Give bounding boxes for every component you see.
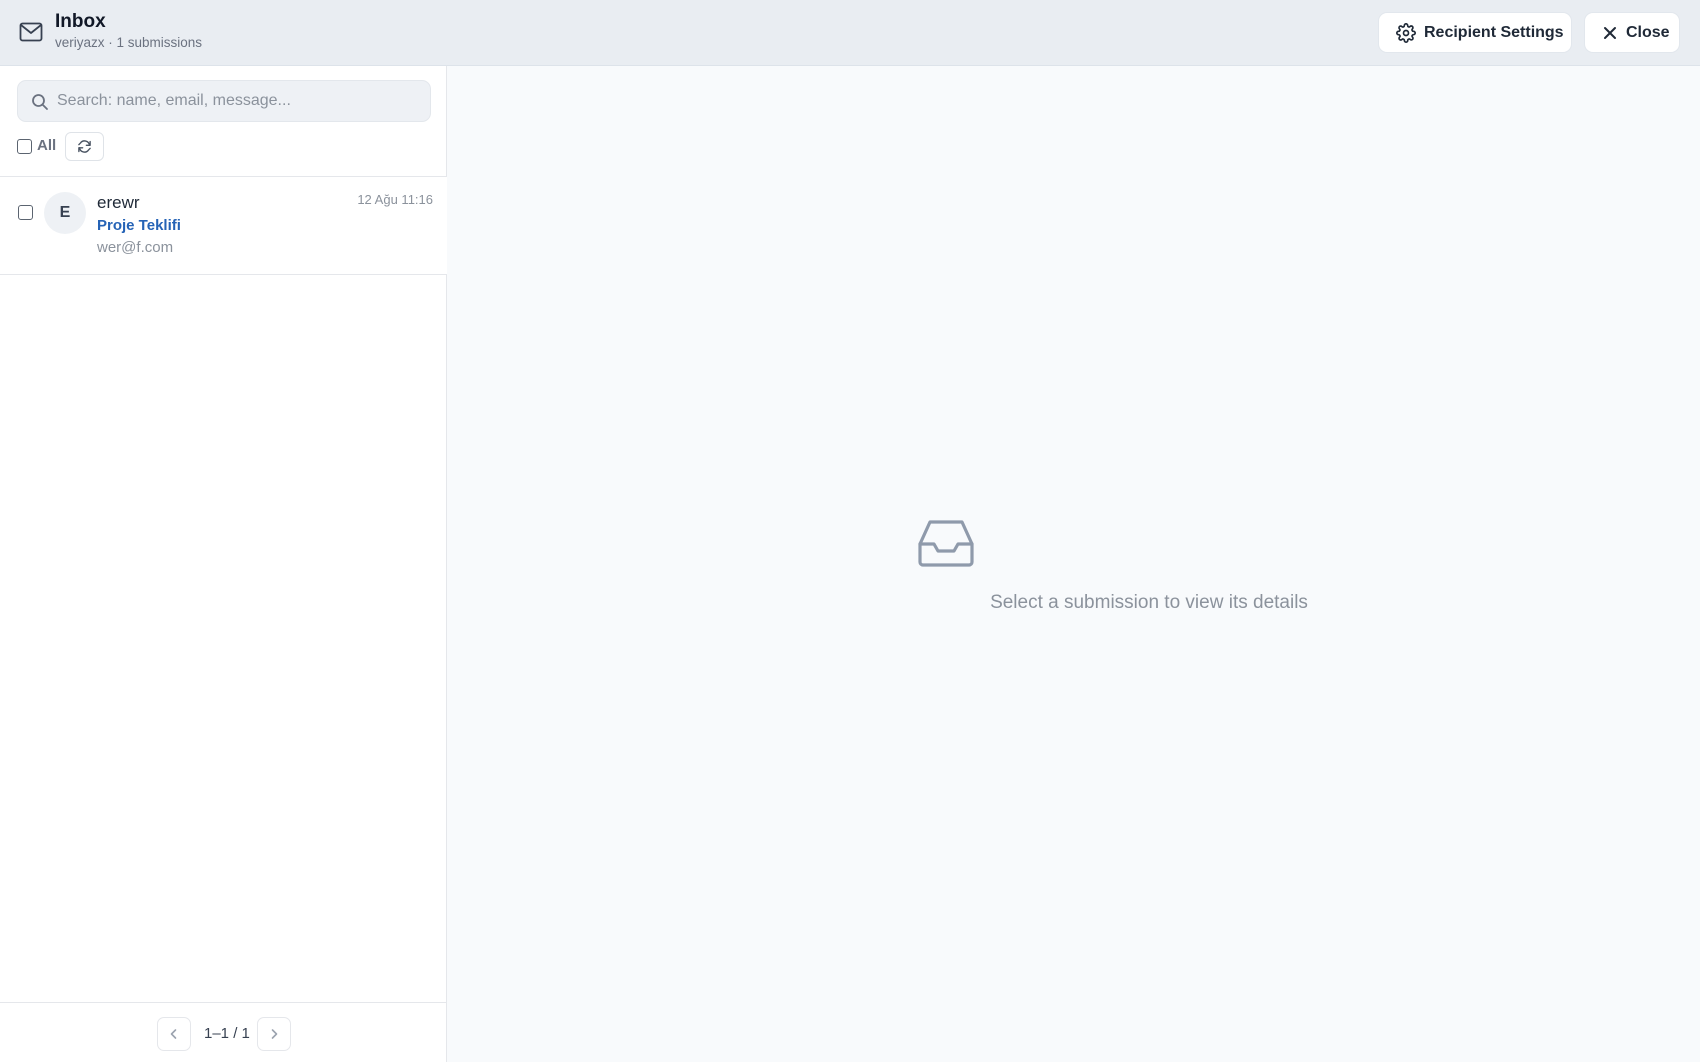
sender-name: erewr — [97, 193, 140, 212]
page-title: Inbox — [55, 11, 106, 32]
avatar: E — [44, 192, 86, 234]
pagination-text: 1–1 / 1 — [204, 1025, 250, 1042]
detail-empty-state: Select a submission to view its details — [448, 66, 1700, 1062]
list-divider — [0, 274, 447, 275]
empty-state-message: Select a submission to view its details — [990, 592, 1308, 613]
select-all-checkbox[interactable] — [17, 139, 32, 154]
refresh-icon — [78, 140, 91, 153]
list-item[interactable]: E erewr Proje Teklifi wer@f.com 12 Ağu 1… — [0, 177, 447, 274]
search-box — [17, 80, 431, 122]
close-label: Close — [1626, 23, 1670, 41]
page-subtitle: veriyazx · 1 submissions — [55, 35, 203, 50]
gear-icon — [1396, 22, 1416, 43]
submission-list-panel: All E erewr Proje Teklifi wer@f.com 12 A… — [0, 66, 447, 1062]
select-all-label: All — [37, 137, 57, 154]
recipient-settings-label: Recipient Settings — [1424, 23, 1564, 41]
next-page-button[interactable] — [257, 1017, 291, 1051]
sender-email: wer@f.com — [97, 239, 174, 256]
submission-time: 12 Ağu 11:16 — [357, 192, 433, 207]
close-button[interactable]: Close — [1584, 12, 1680, 53]
search-icon — [32, 94, 48, 110]
close-icon — [1604, 26, 1616, 39]
mail-icon — [19, 22, 43, 42]
item-checkbox[interactable] — [18, 205, 33, 220]
submission-subject: Proje Teklifi — [97, 217, 181, 234]
refresh-button[interactable] — [65, 132, 104, 161]
inbox-tray-icon — [918, 520, 974, 567]
search-input[interactable] — [57, 81, 422, 121]
chevron-right-icon — [271, 1029, 278, 1039]
header-bar: Inbox veriyazx · 1 submissions Recipient… — [0, 0, 1700, 66]
chevron-left-icon — [170, 1029, 177, 1039]
recipient-settings-button[interactable]: Recipient Settings — [1378, 12, 1572, 53]
prev-page-button[interactable] — [157, 1017, 191, 1051]
pagination: 1–1 / 1 — [0, 1002, 447, 1062]
